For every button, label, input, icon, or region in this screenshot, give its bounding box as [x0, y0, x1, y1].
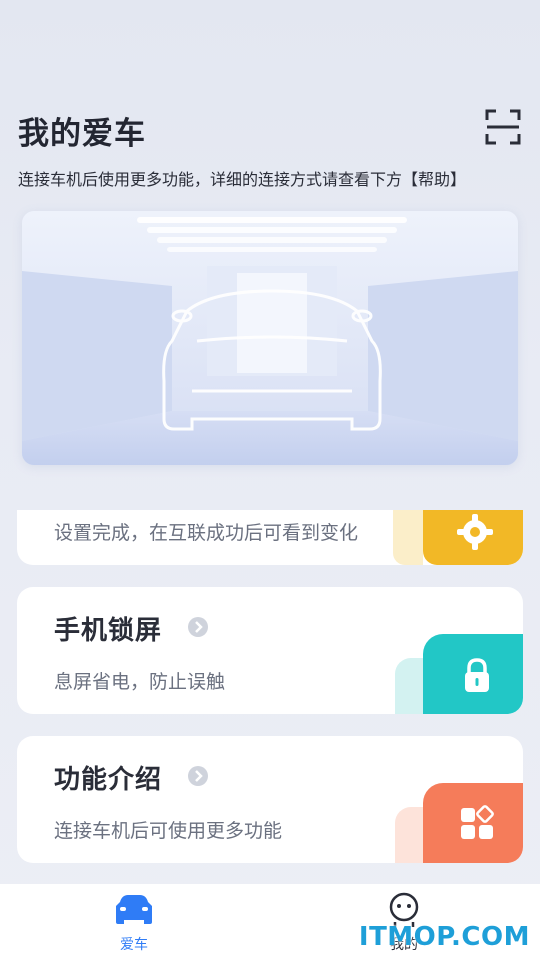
settings-card[interactable]: 设置完成，在互联成功后可看到变化	[17, 510, 523, 565]
gear-icon	[457, 514, 493, 550]
lock-icon	[465, 658, 489, 692]
settings-card-desc: 设置完成，在互联成功后可看到变化	[54, 522, 359, 544]
card-title: 手机锁屏	[54, 616, 163, 646]
watermark: ITMOP.COM	[358, 922, 530, 952]
gear-tile	[423, 510, 523, 565]
lock-screen-card[interactable]: 手机锁屏 息屏省电，防止误触	[17, 587, 523, 714]
page-title: 我的爱车	[18, 116, 146, 152]
car-icon	[116, 895, 152, 924]
chevron-right-icon	[188, 617, 208, 637]
tab-my-car[interactable]: 爱车	[104, 892, 164, 958]
lock-tile	[423, 634, 523, 714]
car-hero-image	[22, 211, 518, 465]
apps-icon	[461, 805, 494, 839]
card-desc: 连接车机后可使用更多功能	[54, 820, 283, 842]
card-title: 功能介绍	[54, 765, 163, 795]
chevron-right-icon	[188, 766, 208, 786]
scan-icon[interactable]	[484, 108, 522, 146]
feature-intro-card[interactable]: 功能介绍 连接车机后可使用更多功能	[17, 736, 523, 863]
tile-shadow	[393, 510, 423, 565]
card-desc: 息屏省电，防止误触	[54, 671, 226, 693]
apps-tile	[423, 783, 523, 863]
tab-my-car-label: 爱车	[120, 937, 148, 953]
page-subtitle: 连接车机后使用更多功能，详细的连接方式请查看下方【帮助】	[18, 170, 467, 189]
car-illustration	[22, 211, 518, 465]
